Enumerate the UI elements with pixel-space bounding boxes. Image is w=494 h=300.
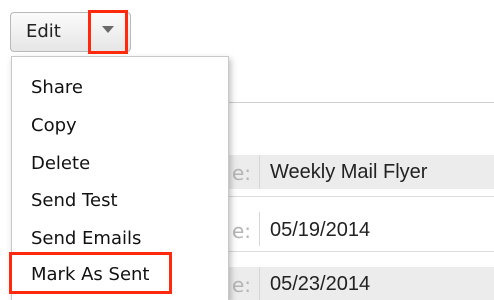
field-label: e:: [232, 219, 252, 243]
row-divider: [228, 251, 494, 252]
cell-divider: [259, 155, 260, 189]
menu-item-share[interactable]: Share: [31, 77, 83, 98]
dropdown-toggle-button[interactable]: [88, 10, 128, 54]
field-value-end-date: 05/23/2014: [270, 273, 371, 295]
chevron-down-icon: [102, 26, 114, 33]
cell-divider: [259, 212, 260, 246]
field-label: e:: [232, 161, 252, 185]
content-divider: [228, 102, 494, 103]
menu-item-delete[interactable]: Delete: [31, 153, 90, 174]
menu-item-send-emails[interactable]: Send Emails: [31, 228, 141, 249]
mark-as-sent-highlight: [9, 252, 172, 294]
edit-button[interactable]: Edit: [26, 21, 61, 42]
field-value-start-date: 05/19/2014: [270, 219, 371, 241]
cell-divider: [259, 267, 260, 300]
field-label: e:: [232, 273, 252, 297]
field-value-name: Weekly Mail Flyer: [270, 161, 428, 183]
menu-item-copy[interactable]: Copy: [31, 115, 77, 136]
menu-item-send-test[interactable]: Send Test: [31, 190, 118, 211]
row-divider: [228, 196, 494, 197]
